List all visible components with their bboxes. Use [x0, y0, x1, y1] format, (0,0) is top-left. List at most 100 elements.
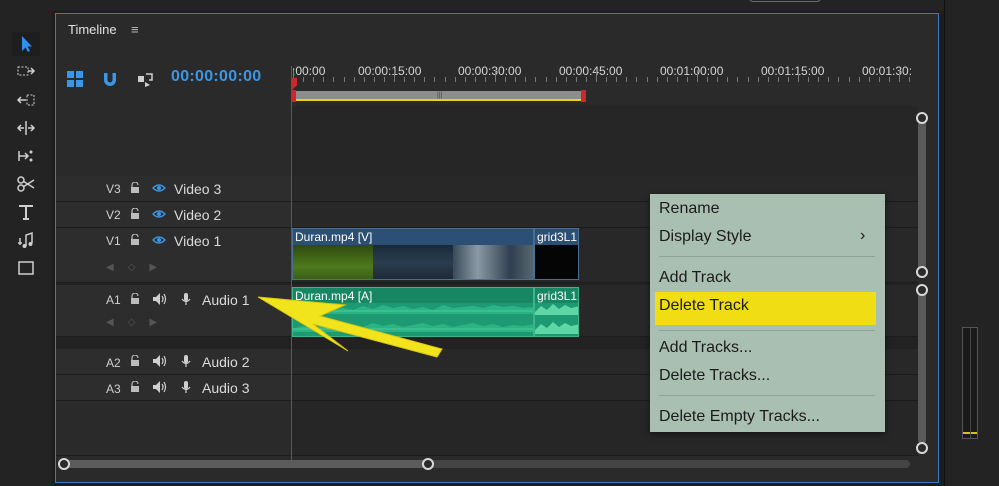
track-id[interactable]: A3: [106, 382, 121, 396]
scroll-handle[interactable]: [916, 266, 928, 278]
ruler-tick: [828, 77, 830, 82]
top-button[interactable]: [749, 0, 821, 2]
playhead-line[interactable]: [291, 66, 292, 464]
lock-icon[interactable]: [130, 234, 140, 246]
ruler-tick: [454, 77, 456, 82]
clip-duran-audio[interactable]: Duran.mp4 [A]: [292, 287, 534, 337]
linked-selection-icon[interactable]: [136, 70, 154, 88]
menu-item-display-style[interactable]: Display Style: [659, 228, 751, 246]
track-header-a1: A1 Audio 1 ◀◇▶: [56, 285, 292, 336]
clip-grid-audio[interactable]: grid3L1: [534, 287, 579, 337]
eye-icon[interactable]: [152, 234, 166, 246]
menu-item-add-tracks[interactable]: Add Tracks...: [659, 339, 752, 357]
ruler-tick: [848, 77, 850, 82]
ruler-tick: [737, 77, 739, 82]
track-name[interactable]: Audio 2: [202, 354, 249, 370]
panel-title[interactable]: Timeline: [68, 22, 117, 37]
audio-scroll-track[interactable]: [918, 288, 926, 444]
rectangle-tool-icon[interactable]: [12, 256, 40, 280]
ruler-tick: [707, 77, 709, 82]
ripple-edit-icon[interactable]: [12, 88, 40, 112]
menu-item-rename[interactable]: Rename: [659, 200, 719, 218]
lock-icon[interactable]: [130, 293, 140, 305]
ruler-tick: [858, 77, 860, 82]
menu-item-delete-track[interactable]: Delete Track: [659, 297, 749, 315]
scroll-handle[interactable]: [422, 458, 434, 470]
menu-item-delete-tracks[interactable]: Delete Tracks...: [659, 367, 770, 385]
clip-label: grid3L1: [537, 230, 578, 244]
timecode-display[interactable]: 00:00:00:00: [171, 68, 261, 86]
track-name[interactable]: Video 1: [174, 233, 221, 249]
track-header-v3: V3 Video 3: [56, 176, 292, 201]
speaker-icon[interactable]: [152, 292, 168, 306]
clip-grid-video[interactable]: grid3L1: [534, 228, 579, 280]
rate-stretch-icon[interactable]: [12, 144, 40, 168]
track-id[interactable]: V1: [106, 234, 121, 248]
type-tool-icon[interactable]: [12, 200, 40, 224]
speaker-icon[interactable]: [152, 380, 168, 394]
lock-icon[interactable]: [130, 208, 140, 220]
playhead-handle[interactable]: [292, 78, 297, 90]
time-ruler[interactable]: :00:00 00:00:15:00 00:00:30:00 00:00:45:…: [292, 54, 918, 106]
scroll-handle[interactable]: [916, 284, 928, 296]
lock-icon[interactable]: [130, 381, 140, 393]
track-id[interactable]: V3: [106, 182, 121, 196]
ruler-tick: [444, 77, 446, 82]
scroll-handle[interactable]: [916, 112, 928, 124]
clip-label: Duran.mp4 [V]: [295, 230, 373, 244]
ruler-tick: [626, 77, 628, 82]
horizontal-scrollbar[interactable]: [58, 457, 914, 470]
keyframe-nav[interactable]: ◀◇▶: [106, 317, 171, 328]
work-area-grip[interactable]: |||: [437, 92, 442, 99]
vertical-scrollbar[interactable]: [914, 106, 928, 456]
track-id[interactable]: A1: [106, 293, 121, 307]
scroll-handle[interactable]: [58, 458, 70, 470]
track-name[interactable]: Audio 3: [202, 380, 249, 396]
ruler-label: 00:01:00:00: [660, 64, 724, 78]
mic-icon[interactable]: [180, 354, 192, 368]
ruler-label: 00:01:15:00: [761, 64, 825, 78]
ruler-tick: [333, 77, 335, 82]
rolling-edit-icon[interactable]: [12, 116, 40, 140]
lock-icon[interactable]: [130, 355, 140, 367]
panel-menu-icon[interactable]: ≡: [131, 22, 139, 37]
track-id[interactable]: A2: [106, 356, 121, 370]
clip-label: Duran.mp4 [A]: [295, 289, 373, 303]
empty-track-space: [56, 106, 918, 186]
track-id[interactable]: V2: [106, 208, 121, 222]
scroll-handle[interactable]: [916, 442, 928, 454]
clip-duran-video[interactable]: Duran.mp4 [V]: [292, 228, 534, 280]
ruler-tick: [808, 77, 810, 82]
ruler-tick: [505, 77, 507, 82]
menu-item-add-track[interactable]: Add Track: [659, 269, 731, 287]
in-point-marker[interactable]: [292, 90, 296, 102]
track-name[interactable]: Video 2: [174, 207, 221, 223]
horizontal-scroll-thumb[interactable]: [66, 460, 430, 468]
pen-tool-icon[interactable]: [12, 228, 40, 252]
video-scroll-track[interactable]: [918, 116, 926, 272]
ruler-tick: [818, 77, 820, 82]
out-point-marker[interactable]: [581, 90, 586, 102]
keyframe-nav[interactable]: ◀◇▶: [106, 262, 171, 273]
meter-divider: [970, 328, 971, 438]
snap-icon[interactable]: [101, 70, 119, 88]
track-name[interactable]: Video 3: [174, 181, 221, 197]
work-area-bar[interactable]: |||: [293, 91, 583, 101]
ruler-tick: [545, 77, 547, 82]
mic-icon[interactable]: [180, 292, 192, 306]
track-name[interactable]: Audio 1: [202, 292, 249, 308]
razor-icon[interactable]: [12, 172, 40, 196]
speaker-icon[interactable]: [152, 354, 168, 368]
lock-icon[interactable]: [130, 182, 140, 194]
eye-icon[interactable]: [152, 208, 166, 220]
eye-icon[interactable]: [152, 182, 166, 194]
ruler-tick: [878, 77, 880, 82]
menu-separator: [659, 395, 875, 396]
ruler-tick: [484, 77, 486, 82]
menu-item-delete-empty-tracks[interactable]: Delete Empty Tracks...: [659, 408, 820, 426]
nest-sequence-icon[interactable]: [66, 70, 84, 88]
track-select-icon[interactable]: [12, 60, 40, 84]
mic-icon[interactable]: [180, 380, 192, 394]
selection-tool-icon[interactable]: [12, 32, 40, 56]
ruler-label: :00:00: [292, 64, 326, 78]
